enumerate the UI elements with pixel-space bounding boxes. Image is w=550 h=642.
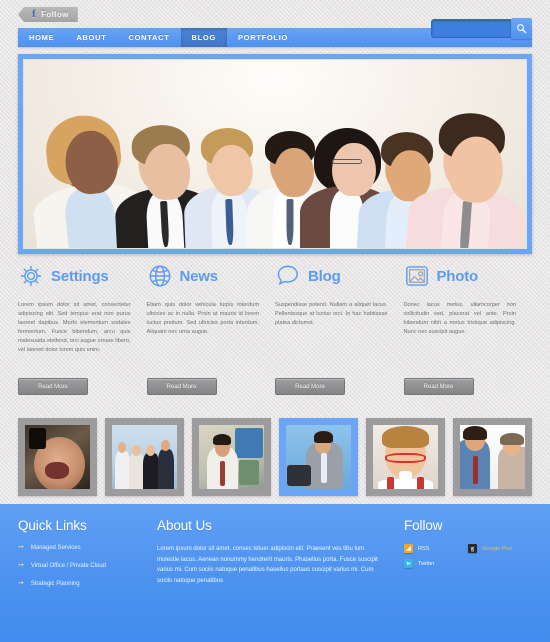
gallery-thumb-6[interactable] [453, 418, 532, 496]
nav-item-about[interactable]: ABOUT [65, 28, 117, 47]
quick-link-label: Managed Services [30, 544, 81, 551]
about-us-title: About Us [157, 518, 212, 533]
rss-icon: ◢ [404, 544, 413, 553]
service-column-photo: Photo Donec lacus metus, ullamcorper non… [403, 258, 533, 406]
gallery-thumb-5[interactable] [366, 418, 445, 496]
footer-about-us: About Us Lorem ipsum dolor sit amet, con… [157, 518, 404, 642]
follow-badge-label: Follow [41, 10, 69, 19]
service-body: Suspendisse potenti. Nullam a aliquet la… [275, 302, 388, 327]
service-title: Photo [436, 267, 479, 285]
social-label: Google Plus [482, 545, 513, 552]
service-body: Donec lacus metus, ullamcorper non solli… [403, 302, 517, 336]
hero-image-group-photo [23, 59, 527, 249]
gallery-thumb-3[interactable] [192, 418, 271, 496]
follow-title: Follow [404, 518, 443, 533]
hero-person-3 [183, 127, 277, 248]
quick-link-managed-services[interactable]: ➞ Managed Services [18, 544, 157, 551]
service-title: News [179, 267, 219, 285]
service-title: Settings [51, 267, 109, 285]
gallery-image-business-team [112, 425, 177, 489]
footer-follow: Follow ◢ RSS g Google Plus w Twitter [404, 518, 532, 642]
arrow-right-icon: ➞ [18, 544, 24, 551]
photo-icon [404, 263, 430, 289]
social-label: Twitter [418, 560, 435, 567]
gallery-thumb-4[interactable] [279, 418, 358, 496]
facebook-icon: f [32, 8, 37, 20]
arrow-right-icon: ➞ [18, 562, 24, 569]
service-body: Lorem ipsum dolor sit amet, consectetur … [18, 302, 131, 354]
nav-item-contact[interactable]: CONTACT [117, 28, 180, 47]
gallery-image-two-men-arguing [460, 425, 525, 489]
site-footer: Quick Links ➞ Managed Services ➞ Virtual… [0, 504, 550, 642]
quick-link-strategic-planning[interactable]: ➞ Strategic Planning [18, 580, 157, 587]
google-plus-icon: g [468, 544, 477, 553]
quick-link-label: Strategic Planning [30, 580, 80, 587]
gallery-image-man-shouting-laptop [286, 425, 351, 489]
gallery-thumb-1[interactable] [18, 418, 97, 496]
quick-link-virtual-office[interactable]: ➞ Virtual Office / Private Cloud [18, 562, 157, 569]
webpage-screenshot: f Follow HOME ABOUT CONTACT BLOG PORTFOL… [0, 0, 550, 642]
gallery-image-man-red-glasses [373, 425, 438, 489]
social-link-rss[interactable]: ◢ RSS [404, 544, 456, 553]
read-more-button-blog[interactable]: Read More [275, 378, 345, 395]
gallery-image-bored-man-desk [199, 425, 264, 489]
search-icon [516, 23, 527, 34]
service-header: News [147, 258, 264, 294]
service-header: Blog [275, 258, 392, 294]
nav-item-home[interactable]: HOME [18, 28, 65, 47]
services-section: Settings Lorem ipsum dolor sit amet, con… [18, 258, 532, 406]
service-title: Blog [308, 267, 341, 285]
search-area [431, 18, 532, 39]
speech-bubble-icon [275, 263, 301, 289]
social-links: ◢ RSS g Google Plus w Twitter [404, 544, 532, 568]
social-link-google-plus[interactable]: g Google Plus [468, 544, 520, 553]
service-column-blog: Blog Suspendisse potenti. Nullam a aliqu… [275, 258, 404, 406]
hero-banner [18, 54, 532, 254]
social-link-twitter[interactable]: w Twitter [404, 559, 456, 568]
read-more-button-settings[interactable]: Read More [18, 378, 88, 395]
gallery-strip [18, 418, 532, 496]
quick-links-title: Quick Links [18, 518, 87, 533]
gallery-thumb-2[interactable] [105, 418, 184, 496]
footer-quick-links: Quick Links ➞ Managed Services ➞ Virtual… [18, 518, 157, 642]
gear-icon [18, 263, 44, 289]
service-column-settings: Settings Lorem ipsum dolor sit amet, con… [18, 258, 147, 406]
hero-person-1 [31, 111, 152, 248]
service-header: Settings [18, 258, 135, 294]
search-button[interactable] [511, 18, 532, 39]
search-input[interactable] [431, 19, 511, 38]
about-us-text: Lorem ipsum dolor sit amet, consec tetue… [157, 546, 378, 584]
hero-person-2 [114, 123, 218, 248]
globe-icon [147, 263, 173, 289]
service-column-news: News Etiam quis dolor vehicula turpis in… [146, 258, 276, 406]
nav-item-portfolio[interactable]: PORTFOLIO [227, 28, 299, 47]
service-header: Photo [404, 258, 521, 294]
quick-link-label: Virtual Office / Private Cloud [30, 562, 107, 569]
read-more-button-news[interactable]: Read More [146, 378, 217, 395]
twitter-icon: w [404, 559, 413, 568]
service-body: Etiam quis dolor vehicula turpis interdu… [146, 302, 260, 336]
read-more-button-photo[interactable]: Read More [403, 378, 474, 395]
arrow-right-icon: ➞ [18, 580, 24, 587]
nav-item-blog[interactable]: BLOG [180, 28, 227, 47]
facebook-follow-badge[interactable]: f Follow [18, 7, 78, 22]
hero-person-7 [405, 111, 526, 248]
social-label: RSS [418, 545, 430, 552]
gallery-image-shouting-bald-man [25, 425, 90, 489]
